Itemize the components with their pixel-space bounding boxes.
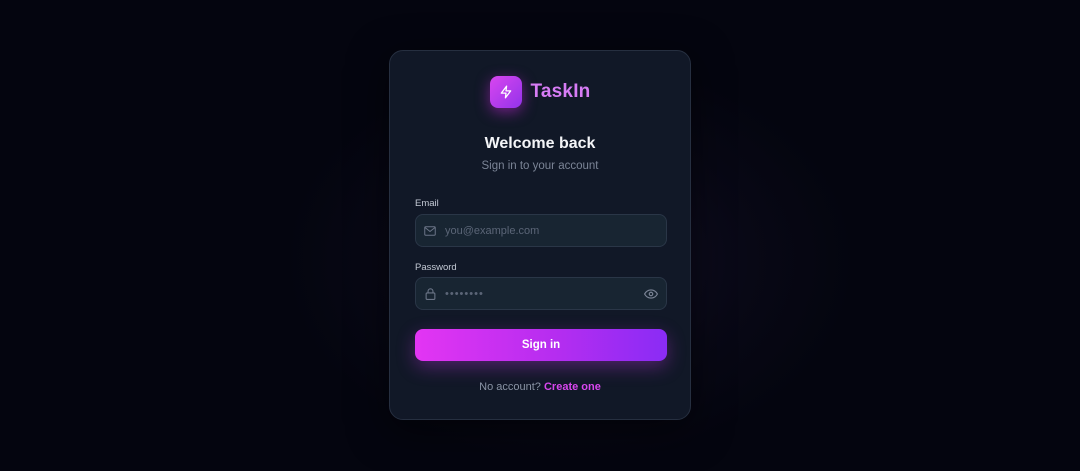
- lightning-bolt-icon: [489, 76, 522, 108]
- signup-prompt-text: No account?: [479, 381, 541, 393]
- lock-icon: [424, 287, 436, 300]
- brand-header: TaskIn: [390, 76, 690, 108]
- password-label: Password: [415, 262, 457, 273]
- email-label: Email: [415, 198, 439, 209]
- email-input[interactable]: [445, 224, 635, 237]
- signup-prompt: No account? Create one: [390, 381, 690, 393]
- page-subtitle: Sign in to your account: [481, 160, 599, 172]
- sign-in-button[interactable]: Sign in: [415, 329, 667, 361]
- login-card: TaskIn Welcome back Sign in to your acco…: [389, 50, 691, 420]
- eye-icon[interactable]: [644, 288, 658, 300]
- email-field-container: [415, 214, 667, 247]
- password-field-container: [415, 277, 667, 310]
- password-input[interactable]: [445, 287, 635, 300]
- mail-icon: [424, 225, 436, 237]
- create-account-link[interactable]: Create one: [544, 381, 601, 393]
- brand-name: TaskIn: [530, 81, 591, 102]
- page-title: Welcome back: [484, 135, 596, 152]
